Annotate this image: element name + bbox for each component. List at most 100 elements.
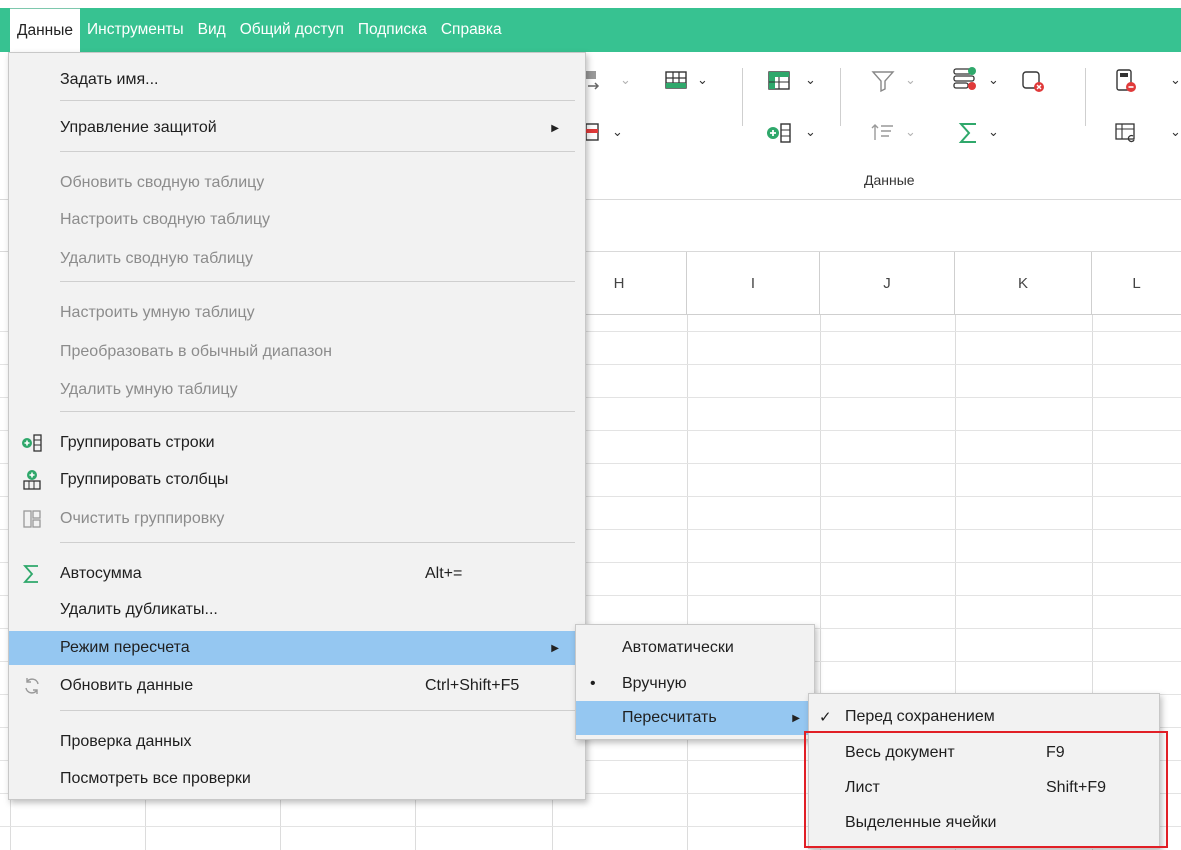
menu-item-group-columns[interactable]: Группировать столбцы	[9, 463, 585, 497]
menu-help[interactable]: Справка	[434, 8, 509, 52]
menu-item-recalc-mode[interactable]: Режим пересчета ▶	[9, 631, 585, 665]
menu-item-label: Автосумма	[60, 565, 142, 582]
clear-grouping-icon	[23, 510, 41, 528]
menu-item-label: Группировать столбцы	[60, 471, 229, 488]
column-header-i[interactable]: I	[687, 252, 820, 315]
pivot-table-icon[interactable]	[766, 68, 792, 94]
menu-item-delete-pivot[interactable]: Удалить сводную таблицу	[9, 242, 585, 276]
menu-sharing[interactable]: Общий доступ	[233, 8, 351, 52]
chevron-down-icon[interactable]: ⌄	[1170, 72, 1181, 88]
data-menu: Задать имя... Управление защитой ▶ Обнови…	[8, 52, 586, 800]
menu-item-data-validation[interactable]: Проверка данных	[9, 725, 585, 759]
menu-separator	[60, 411, 575, 412]
chevron-down-icon[interactable]: ⌄	[905, 72, 916, 88]
menu-item-shortcut: Alt+=	[425, 565, 463, 582]
menu-item-label: Удалить сводную таблицу	[60, 250, 253, 267]
calculate-icon[interactable]	[1113, 68, 1139, 94]
menu-item-define-name[interactable]: Задать имя...	[9, 63, 585, 97]
group-columns-icon	[23, 470, 41, 490]
menu-item-label: Удалить дубликаты...	[60, 601, 218, 618]
menu-tools[interactable]: Инструменты	[80, 8, 191, 52]
menu-item-automatic[interactable]: Автоматически	[576, 631, 814, 665]
autosum-icon[interactable]	[956, 120, 982, 146]
menu-item-label: Группировать строки	[60, 434, 215, 451]
menu-separator	[60, 100, 575, 101]
submenu-arrow-icon: ▶	[551, 122, 559, 134]
menu-item-configure-smart-table[interactable]: Настроить умную таблицу	[9, 296, 585, 330]
menu-separator	[60, 281, 575, 282]
menu-separator	[60, 542, 575, 543]
group-columns-ribbon-icon[interactable]	[766, 120, 792, 146]
menu-item-configure-pivot[interactable]: Настроить сводную таблицу	[9, 203, 585, 237]
remove-rows-icon[interactable]	[586, 120, 612, 146]
menu-item-delete-smart-table[interactable]: Удалить умную таблицу	[9, 373, 585, 407]
menu-item-refresh-pivot[interactable]: Обновить сводную таблицу	[9, 166, 585, 200]
menu-item-remove-duplicates[interactable]: Удалить дубликаты...	[9, 593, 585, 627]
menu-item-label: Очистить группировку	[60, 510, 225, 527]
menu-separator	[60, 151, 575, 152]
menu-item-label: Автоматически	[622, 639, 734, 656]
insert-table-icon[interactable]	[664, 68, 690, 94]
menubar: Данные Инструменты Вид Общий доступ Подп…	[0, 8, 1181, 52]
chevron-down-icon[interactable]: ⌄	[905, 124, 916, 140]
sort-icon[interactable]	[870, 120, 896, 146]
menu-item-refresh-data[interactable]: Обновить данные Ctrl+Shift+F5	[9, 669, 585, 703]
menu-item-shortcut: Ctrl+Shift+F5	[425, 677, 520, 694]
menu-item-label: Посмотреть все проверки	[60, 770, 251, 787]
menu-item-clear-grouping[interactable]: Очистить группировку	[9, 502, 585, 536]
chevron-down-icon[interactable]: ⌄	[620, 72, 631, 88]
menu-item-label: Пересчитать	[622, 709, 717, 726]
group-rows-icon	[22, 434, 42, 452]
chevron-down-icon[interactable]: ⌄	[697, 72, 708, 88]
menu-item-label: Обновить сводную таблицу	[60, 174, 265, 191]
submenu-arrow-icon: ▶	[551, 642, 559, 654]
menu-item-autosum[interactable]: Автосумма Alt+=	[9, 557, 585, 591]
menu-item-label: Задать имя...	[60, 71, 159, 88]
menu-item-manual[interactable]: • Вручную	[576, 667, 814, 701]
menu-item-label: Режим пересчета	[60, 639, 190, 656]
recalc-mode-submenu: Автоматически • Вручную Пересчитать ▶	[575, 624, 815, 740]
sigma-icon	[23, 565, 38, 583]
menu-item-label: Перед сохранением	[845, 708, 995, 725]
menu-item-group-rows[interactable]: Группировать строки	[9, 426, 585, 460]
menu-item-label: Вручную	[622, 675, 687, 692]
ribbon-separator	[840, 68, 841, 126]
menu-item-label: Обновить данные	[60, 677, 194, 694]
validation-icon[interactable]	[952, 66, 978, 92]
menu-subscription[interactable]: Подписка	[351, 8, 434, 52]
refresh-icon	[25, 678, 39, 694]
chevron-down-icon[interactable]: ⌄	[805, 72, 816, 88]
menu-item-convert-to-range[interactable]: Преобразовать в обычный диапазон	[9, 335, 585, 369]
top-band	[0, 0, 1181, 8]
chevron-down-icon[interactable]: ⌄	[988, 72, 999, 88]
chevron-down-icon[interactable]: ⌄	[805, 124, 816, 140]
menu-view[interactable]: Вид	[191, 8, 233, 52]
menu-data[interactable]: Данные	[10, 8, 80, 52]
bullet-icon: •	[590, 675, 596, 692]
menu-item-label: Настроить умную таблицу	[60, 304, 255, 321]
column-header-l[interactable]: L	[1092, 252, 1181, 315]
column-header-k[interactable]: K	[955, 252, 1092, 315]
column-header-j[interactable]: J	[820, 252, 955, 315]
menu-separator	[60, 710, 575, 711]
recalc-table-icon[interactable]	[1113, 120, 1139, 146]
chevron-down-icon[interactable]: ⌄	[988, 124, 999, 140]
menu-item-label: Настроить сводную таблицу	[60, 211, 271, 228]
text-to-columns-icon[interactable]	[586, 68, 612, 94]
submenu-arrow-icon: ▶	[792, 712, 800, 724]
menu-item-label: Удалить умную таблицу	[60, 381, 238, 398]
callout-highlight-box	[804, 731, 1168, 848]
clear-validation-icon[interactable]	[1020, 68, 1046, 94]
menu-item-before-save[interactable]: ✓ Перед сохранением	[809, 700, 1159, 734]
filter-icon[interactable]	[870, 68, 896, 94]
menu-item-label: Управление защитой	[60, 119, 217, 136]
chevron-down-icon[interactable]: ⌄	[612, 124, 623, 140]
menu-item-protection[interactable]: Управление защитой ▶	[9, 111, 585, 145]
menu-item-label: Проверка данных	[60, 733, 192, 750]
menu-item-recalculate[interactable]: Пересчитать ▶	[576, 701, 814, 735]
menu-item-view-all-validations[interactable]: Посмотреть все проверки	[9, 762, 585, 796]
chevron-down-icon[interactable]: ⌄	[1170, 124, 1181, 140]
checkmark-icon: ✓	[819, 709, 832, 726]
ribbon-separator	[1085, 68, 1086, 126]
ribbon-separator	[742, 68, 743, 126]
